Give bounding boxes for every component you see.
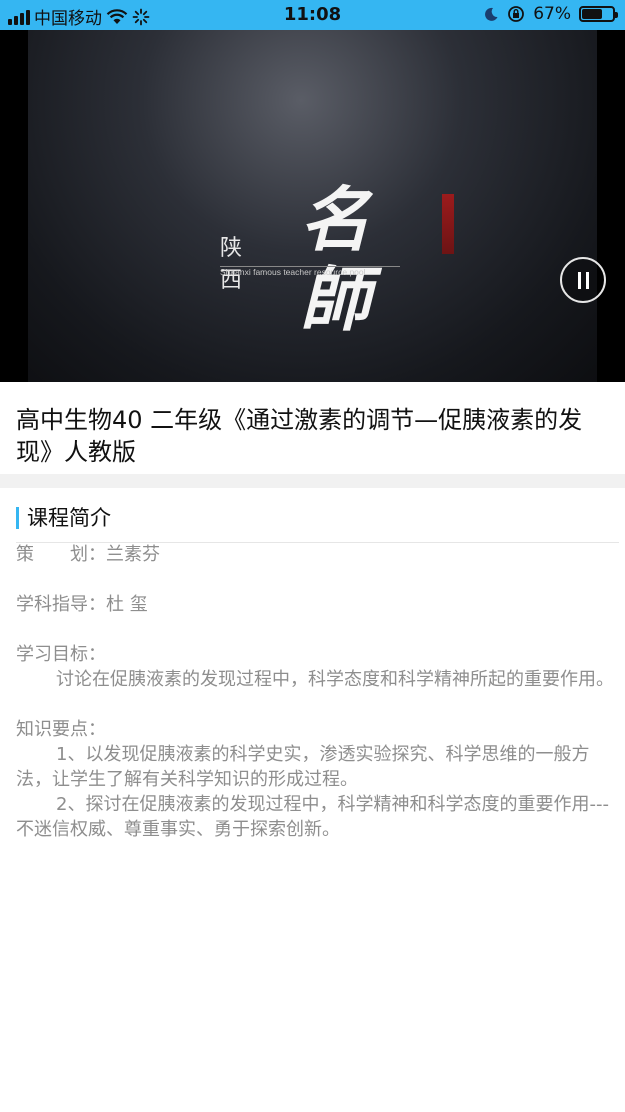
video-frame: 陕西 名師 Shaanxi famous teacher resource po… bbox=[28, 30, 597, 382]
objective-label: 学习目标： bbox=[16, 644, 106, 665]
video-player[interactable]: 陕西 名師 Shaanxi famous teacher resource po… bbox=[0, 30, 625, 382]
planner-line: 策 划：兰素芬 bbox=[16, 544, 160, 565]
accent-bar bbox=[16, 507, 19, 529]
pause-icon bbox=[578, 272, 581, 289]
section-divider bbox=[0, 474, 625, 488]
logo-brand: 名師 bbox=[300, 178, 370, 341]
guidance-line: 学科指导：杜 玺 bbox=[16, 594, 148, 615]
intro-header: 课程简介 bbox=[16, 500, 619, 543]
status-bar: 中国移动 11:08 67% bbox=[0, 0, 625, 30]
objective-text: 讨论在促胰液素的发现过程中，科学态度和科学精神所起的重要作用。 bbox=[56, 669, 614, 690]
course-title-block: 高中生物40 二年级《通过激素的调节—促胰液素的发现》人教版 bbox=[0, 382, 625, 474]
battery-percent: 67% bbox=[533, 4, 571, 24]
course-title: 高中生物40 二年级《通过激素的调节—促胰液素的发现》人教版 bbox=[16, 406, 583, 466]
points-label: 知识要点： bbox=[16, 719, 106, 740]
intro-heading: 课程简介 bbox=[27, 506, 111, 530]
intro-content: 策 划：兰素芬 学科指导：杜 玺 学习目标： 讨论在促胰液素的发现过程中，科学态… bbox=[16, 542, 616, 842]
status-right: 67% bbox=[483, 4, 618, 24]
point-2: 2、探讨在促胰液素的发现过程中，科学精神和科学态度的重要作用---不迷信权威、尊… bbox=[16, 794, 609, 840]
logo-subtitle: Shaanxi famous teacher resource pool bbox=[220, 266, 400, 277]
point-1: 1、以发现促胰液素的科学史实，渗透实验探究、科学思维的一般方法，让学生了解有关科… bbox=[16, 744, 590, 790]
moon-icon bbox=[485, 7, 498, 21]
rotation-lock-icon bbox=[508, 6, 525, 22]
logo-province: 陕西 bbox=[220, 236, 245, 293]
pause-button[interactable] bbox=[560, 257, 606, 303]
battery-icon bbox=[579, 6, 618, 22]
logo-seal bbox=[442, 194, 454, 254]
